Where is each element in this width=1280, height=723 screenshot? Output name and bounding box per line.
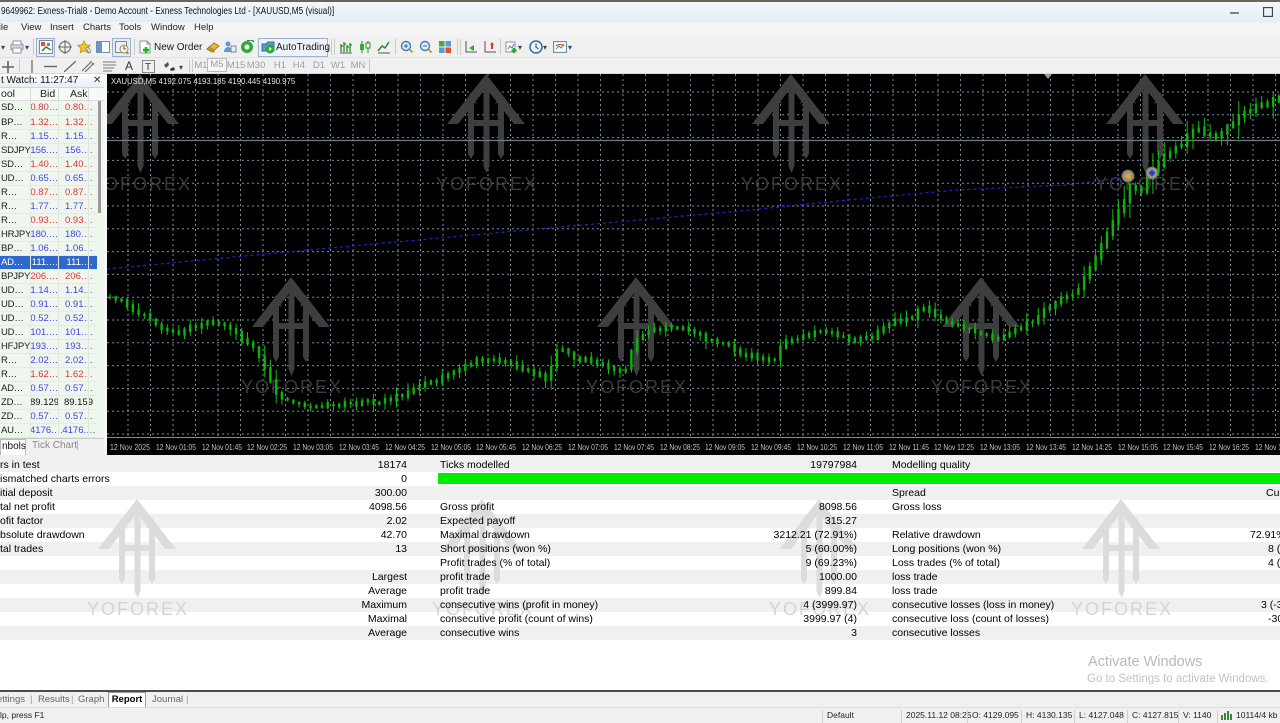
svg-text:12 Nov 09:45: 12 Nov 09:45 [751, 443, 792, 452]
svg-text:12 Nov 07:45: 12 Nov 07:45 [614, 443, 655, 452]
svg-text:YOFOREX: YOFOREX [436, 174, 538, 194]
svg-text:12 Nov 13:45: 12 Nov 13:45 [1026, 443, 1067, 452]
svg-text:T: T [145, 62, 151, 73]
svg-text:12 Nov 15:45: 12 Nov 15:45 [1163, 443, 1204, 452]
svg-text:YOFOREX: YOFOREX [741, 174, 843, 194]
svg-text:YOFOREX: YOFOREX [241, 377, 343, 397]
svg-text:12 Nov 13:05: 12 Nov 13:05 [980, 443, 1021, 452]
svg-text:12 Nov 06:25: 12 Nov 06:25 [522, 443, 563, 452]
svg-text:12 Nov 12:25: 12 Nov 12:25 [934, 443, 975, 452]
svg-text:12 Nov 10:25: 12 Nov 10:25 [797, 443, 838, 452]
svg-text:12 Nov 05:45: 12 Nov 05:45 [476, 443, 517, 452]
svg-text:XAUUSD,M5 4192.075 4193.185 4: XAUUSD,M5 4192.075 4193.185 4190.445 419… [111, 77, 296, 86]
svg-text:12 Nov 17:05: 12 Nov 17:05 [1255, 443, 1280, 452]
svg-text:YOFOREX: YOFOREX [586, 377, 688, 397]
svg-text:12 Nov 01:45: 12 Nov 01:45 [202, 443, 243, 452]
svg-text:12 Nov 03:45: 12 Nov 03:45 [339, 443, 380, 452]
svg-text:12 Nov 07:05: 12 Nov 07:05 [568, 443, 609, 452]
svg-text:12 Nov 14:25: 12 Nov 14:25 [1072, 443, 1113, 452]
svg-text:12 Nov 08:25: 12 Nov 08:25 [660, 443, 701, 452]
svg-text:12 Nov 01:05: 12 Nov 01:05 [156, 443, 197, 452]
svg-text:12 Nov 05:05: 12 Nov 05:05 [431, 443, 472, 452]
svg-text:12 Nov 16:25: 12 Nov 16:25 [1209, 443, 1250, 452]
svg-text:12 Nov 11:05: 12 Nov 11:05 [843, 443, 884, 452]
svg-text:12 Nov 09:05: 12 Nov 09:05 [705, 443, 746, 452]
svg-text:YOFOREX: YOFOREX [1071, 599, 1173, 619]
svg-text:12 Nov 02:25: 12 Nov 02:25 [247, 443, 288, 452]
svg-text:12 Nov 15:05: 12 Nov 15:05 [1118, 443, 1159, 452]
svg-text:12 Nov 03:05: 12 Nov 03:05 [293, 443, 334, 452]
svg-text:12 Nov 04:25: 12 Nov 04:25 [385, 443, 426, 452]
svg-text:YOFOREX: YOFOREX [931, 377, 1033, 397]
svg-text:12 Nov 2025: 12 Nov 2025 [110, 443, 151, 452]
svg-text:12 Nov 11:45: 12 Nov 11:45 [889, 443, 930, 452]
svg-text:YOFOREX: YOFOREX [107, 174, 192, 194]
